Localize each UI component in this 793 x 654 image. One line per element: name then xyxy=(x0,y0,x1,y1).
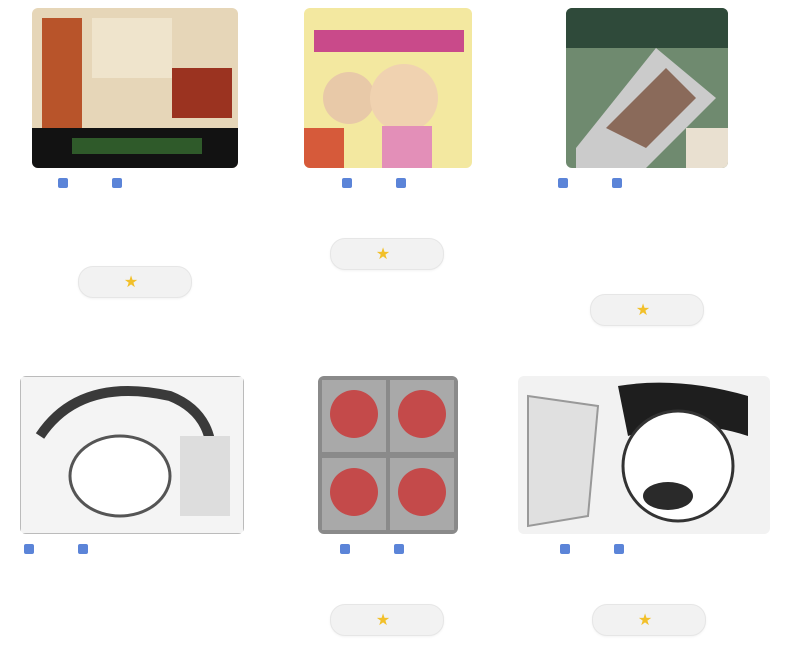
star-icon: ★ xyxy=(375,610,391,629)
tag-icon xyxy=(612,178,622,188)
thumbnail-4[interactable] xyxy=(20,376,244,534)
tag-icon xyxy=(58,178,68,188)
meta-right-4[interactable] xyxy=(78,544,94,554)
star-icon: ★ xyxy=(375,244,391,263)
thumbnail-image-5 xyxy=(318,376,458,534)
thumbnail-3[interactable] xyxy=(566,8,728,168)
meta-left-5[interactable] xyxy=(340,544,356,554)
meta-right-2[interactable] xyxy=(396,178,412,188)
meta-right-3[interactable] xyxy=(612,178,628,188)
thumbnail-image-1 xyxy=(32,8,238,168)
meta-left-4[interactable] xyxy=(24,544,40,554)
meta-row-5 xyxy=(340,544,410,554)
star-icon: ★ xyxy=(123,272,139,291)
tag-icon xyxy=(340,544,350,554)
favorite-button-6[interactable]: ★ xyxy=(592,604,706,636)
meta-left-1[interactable] xyxy=(58,178,74,188)
tag-icon xyxy=(112,178,122,188)
tag-icon xyxy=(394,544,404,554)
thumbnail-image-3 xyxy=(566,8,728,168)
meta-row-4 xyxy=(24,544,94,554)
tag-icon xyxy=(558,178,568,188)
thumbnail-1[interactable] xyxy=(32,8,238,168)
thumbnail-5[interactable] xyxy=(318,376,458,534)
thumbnail-2[interactable] xyxy=(304,8,472,168)
meta-right-5[interactable] xyxy=(394,544,410,554)
meta-left-6[interactable] xyxy=(560,544,576,554)
meta-right-1[interactable] xyxy=(112,178,128,188)
meta-row-6 xyxy=(560,544,630,554)
star-icon: ★ xyxy=(637,610,653,629)
meta-row-2 xyxy=(342,178,412,188)
thumbnail-image-6 xyxy=(518,376,770,534)
tag-icon xyxy=(78,544,88,554)
meta-left-2[interactable] xyxy=(342,178,358,188)
tag-icon xyxy=(614,544,624,554)
tag-icon xyxy=(24,544,34,554)
meta-row-1 xyxy=(58,178,128,188)
meta-row-3 xyxy=(558,178,628,188)
meta-left-3[interactable] xyxy=(558,178,574,188)
thumbnail-image-2 xyxy=(304,8,472,168)
tag-icon xyxy=(396,178,406,188)
favorite-button-2[interactable]: ★ xyxy=(330,238,444,270)
tag-icon xyxy=(342,178,352,188)
favorite-button-1[interactable]: ★ xyxy=(78,266,192,298)
thumbnail-image-4 xyxy=(20,376,244,534)
star-icon: ★ xyxy=(635,300,651,319)
tag-icon xyxy=(560,544,570,554)
meta-right-6[interactable] xyxy=(614,544,630,554)
thumbnail-6[interactable] xyxy=(518,376,770,534)
favorite-button-3[interactable]: ★ xyxy=(590,294,704,326)
favorite-button-5[interactable]: ★ xyxy=(330,604,444,636)
